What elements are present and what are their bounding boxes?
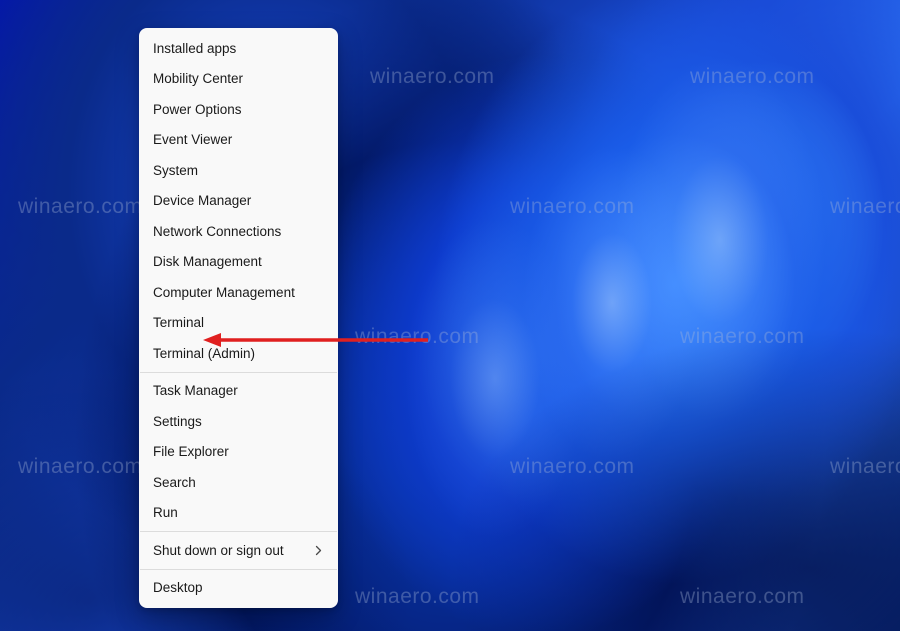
menu-item-label: System xyxy=(153,163,198,179)
menu-item-computer-management[interactable]: Computer Management xyxy=(139,277,338,308)
menu-item-label: Settings xyxy=(153,414,202,430)
menu-item-device-manager[interactable]: Device Manager xyxy=(139,186,338,217)
menu-item-disk-management[interactable]: Disk Management xyxy=(139,247,338,278)
desktop-wallpaper xyxy=(0,0,900,631)
menu-item-label: Network Connections xyxy=(153,224,281,240)
menu-item-search[interactable]: Search xyxy=(139,467,338,498)
menu-item-label: Power Options xyxy=(153,102,242,118)
menu-item-network-connections[interactable]: Network Connections xyxy=(139,216,338,247)
menu-item-event-viewer[interactable]: Event Viewer xyxy=(139,125,338,156)
menu-item-label: Terminal (Admin) xyxy=(153,346,255,362)
menu-item-system[interactable]: System xyxy=(139,155,338,186)
menu-item-label: Disk Management xyxy=(153,254,262,270)
menu-separator xyxy=(140,372,337,373)
menu-item-label: Installed apps xyxy=(153,41,236,57)
menu-item-power-options[interactable]: Power Options xyxy=(139,94,338,125)
menu-item-file-explorer[interactable]: File Explorer xyxy=(139,437,338,468)
menu-item-label: Device Manager xyxy=(153,193,251,209)
menu-item-installed-apps[interactable]: Installed apps xyxy=(139,33,338,64)
winx-context-menu[interactable]: Installed apps Mobility Center Power Optio… xyxy=(139,28,338,608)
menu-item-label: Desktop xyxy=(153,580,203,596)
menu-item-mobility-center[interactable]: Mobility Center xyxy=(139,64,338,95)
menu-separator xyxy=(140,569,337,570)
menu-item-shut-down[interactable]: Shut down or sign out xyxy=(139,535,338,566)
menu-item-settings[interactable]: Settings xyxy=(139,406,338,437)
menu-item-terminal-admin[interactable]: Terminal (Admin) xyxy=(139,338,338,369)
menu-item-label: Shut down or sign out xyxy=(153,543,284,559)
menu-item-label: Terminal xyxy=(153,315,204,331)
menu-item-run[interactable]: Run xyxy=(139,498,338,529)
menu-item-label: Mobility Center xyxy=(153,71,243,87)
menu-item-label: File Explorer xyxy=(153,444,229,460)
menu-item-label: Task Manager xyxy=(153,383,238,399)
menu-item-label: Computer Management xyxy=(153,285,295,301)
menu-item-label: Run xyxy=(153,505,178,521)
menu-item-terminal[interactable]: Terminal xyxy=(139,308,338,339)
menu-item-desktop[interactable]: Desktop xyxy=(139,573,338,604)
menu-item-task-manager[interactable]: Task Manager xyxy=(139,376,338,407)
menu-item-label: Event Viewer xyxy=(153,132,232,148)
menu-separator xyxy=(140,531,337,532)
chevron-right-icon xyxy=(313,545,324,556)
menu-item-label: Search xyxy=(153,475,196,491)
